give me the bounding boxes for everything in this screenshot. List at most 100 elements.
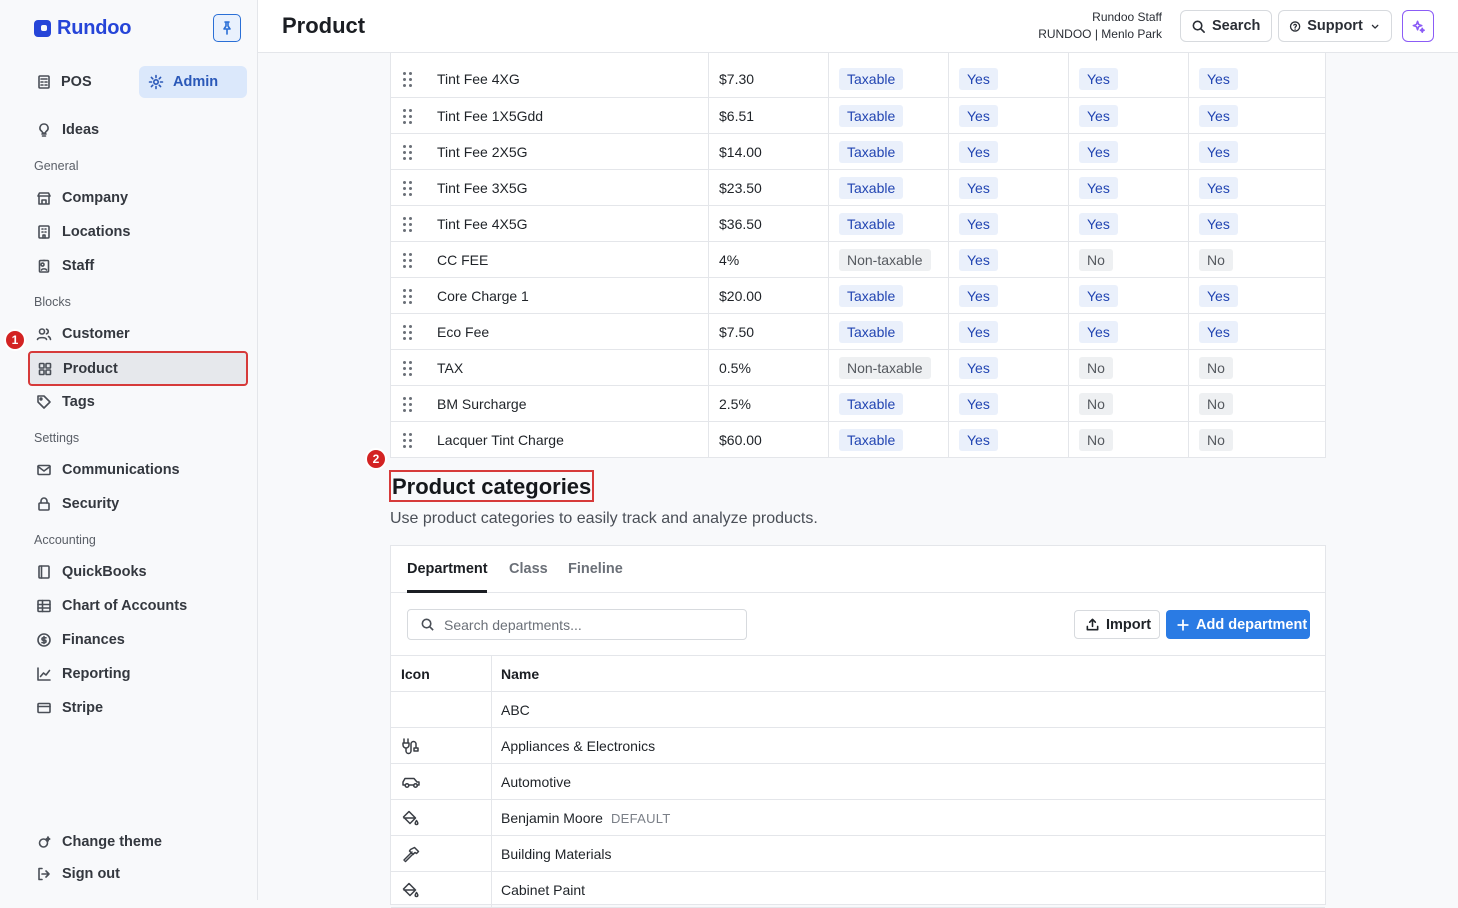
fee-row[interactable]: Tint Fee 2X5G $14.00 Taxable Yes Yes Yes xyxy=(391,133,1325,170)
sidebar-item-tags[interactable]: Tags xyxy=(28,386,248,418)
fee-price: $60.00 xyxy=(708,422,828,458)
fee-flag-1: Yes xyxy=(948,206,1068,242)
category-tabs: Department Class Fineline xyxy=(391,546,1325,593)
upload-icon xyxy=(1086,618,1099,631)
sidebar-item-staff[interactable]: Staff xyxy=(28,250,248,282)
hammer-icon xyxy=(401,846,421,863)
fee-row[interactable]: Tint Fee 4X5G $36.50 Taxable Yes Yes Yes xyxy=(391,205,1327,242)
add-department-label: Add department xyxy=(1196,616,1308,633)
register-icon xyxy=(36,74,52,90)
import-button-label: Import xyxy=(1106,616,1152,633)
status-chip: No xyxy=(1199,393,1233,415)
sidebar-item-label: Finances xyxy=(62,632,125,648)
search-button[interactable]: Search xyxy=(1180,10,1272,42)
department-row[interactable]: Cabinet Paint xyxy=(391,872,1325,908)
product-categories-heading: Product categories xyxy=(389,470,595,502)
department-row[interactable]: Appliances & Electronics xyxy=(391,728,1325,764)
sidebar-item-reporting[interactable]: Reporting xyxy=(28,658,248,690)
fee-flag-2: Yes xyxy=(1068,53,1188,97)
search-placeholder: Search departments... xyxy=(444,616,582,633)
drag-handle-icon[interactable] xyxy=(403,422,417,458)
support-menu-button[interactable]: Support xyxy=(1278,10,1392,42)
sidebar-item-product[interactable]: Product xyxy=(28,351,248,386)
fee-price: 2.5% xyxy=(708,386,828,422)
drag-handle-icon[interactable] xyxy=(403,98,417,134)
sidebar-item-chart-of-accounts[interactable]: Chart of Accounts xyxy=(28,590,248,622)
department-name: Cabinet Paint xyxy=(501,882,586,898)
fee-name: BM Surcharge xyxy=(437,396,527,412)
department-search-input[interactable]: Search departments... xyxy=(407,609,747,640)
fee-row[interactable]: CC FEE 4% Non-taxable Yes No No xyxy=(391,241,1325,278)
department-name: Automotive xyxy=(501,774,572,790)
fee-row[interactable]: Eco Fee $7.50 Taxable Yes Yes Yes xyxy=(391,313,1325,350)
drag-handle-icon[interactable] xyxy=(403,206,417,242)
tab-fineline[interactable]: Fineline xyxy=(568,561,623,577)
sidebar-item-security[interactable]: Security xyxy=(28,488,248,520)
department-row[interactable]: Automotive xyxy=(391,764,1325,800)
status-chip: Yes xyxy=(959,357,998,379)
sidebar-item-customer[interactable]: Customer xyxy=(28,318,248,350)
sidebar-item-label: QuickBooks xyxy=(62,564,147,580)
fee-tax-status: Non-taxable xyxy=(828,350,948,386)
sidebar-item-communications[interactable]: Communications xyxy=(28,454,248,486)
status-chip: Yes xyxy=(959,105,998,127)
fee-row[interactable]: Tint Fee 4XG $7.30 Taxable Yes Yes Yes xyxy=(391,53,1325,97)
change-theme-button[interactable]: Change theme xyxy=(28,826,248,858)
fee-price-value: 4% xyxy=(719,252,740,268)
status-chip: Taxable xyxy=(839,285,904,307)
sparkles-icon xyxy=(1412,20,1425,33)
fee-row[interactable]: BM Surcharge 2.5% Taxable Yes No No xyxy=(391,385,1325,422)
sidebar-item-ideas[interactable]: Ideas xyxy=(28,114,248,146)
department-row[interactable]: ABC xyxy=(391,692,1325,728)
drag-handle-icon[interactable] xyxy=(403,350,417,386)
status-chip: Yes xyxy=(959,213,998,235)
current-user[interactable]: Rundoo Staff RUNDOO | Menlo Park xyxy=(1038,9,1162,43)
status-chip: No xyxy=(1079,249,1113,271)
credit-card-icon xyxy=(36,700,52,716)
drag-handle-icon[interactable] xyxy=(403,170,417,206)
sidebar-item-quickbooks[interactable]: QuickBooks xyxy=(28,556,248,588)
fee-name: CC FEE xyxy=(437,252,489,268)
drag-handle-icon[interactable] xyxy=(403,314,417,350)
drag-handle-icon[interactable] xyxy=(403,61,417,97)
fee-price-value: $14.00 xyxy=(719,144,762,160)
drag-handle-icon[interactable] xyxy=(403,386,417,422)
drag-handle-icon[interactable] xyxy=(403,278,417,314)
sidebar-item-stripe[interactable]: Stripe xyxy=(28,692,248,724)
mode-admin[interactable]: Admin xyxy=(139,66,247,98)
fee-row[interactable]: Tint Fee 1X5Gdd $6.51 Taxable Yes Yes Yes xyxy=(391,97,1325,134)
fee-row[interactable]: Core Charge 1 $20.00 Taxable Yes Yes Yes xyxy=(391,277,1325,314)
add-department-button[interactable]: Add department xyxy=(1166,610,1310,639)
sidebar-item-finances[interactable]: Finances xyxy=(28,624,248,656)
sidebar-item-locations[interactable]: Locations xyxy=(28,216,248,248)
department-name: ABC xyxy=(501,702,530,718)
rundoo-logo[interactable]: Rundoo xyxy=(34,17,132,40)
tab-class[interactable]: Class xyxy=(509,561,548,577)
id-badge-icon xyxy=(36,258,52,274)
status-chip: Taxable xyxy=(839,429,904,451)
fee-flag-3: Yes xyxy=(1188,206,1327,242)
pin-sidebar-button[interactable] xyxy=(213,14,241,42)
fee-price-value: $7.30 xyxy=(719,71,755,87)
fee-row[interactable]: Tint Fee 3X5G $23.50 Taxable Yes Yes Yes xyxy=(391,169,1325,206)
drag-handle-icon[interactable] xyxy=(403,242,417,278)
sign-out-button[interactable]: Sign out xyxy=(28,858,248,890)
fee-flag-2: No xyxy=(1068,350,1188,386)
department-row[interactable]: Building Materials xyxy=(391,836,1325,872)
department-row[interactable]: Benjamin Moore DEFAULT xyxy=(391,800,1325,836)
departments-table-header: Icon Name xyxy=(391,656,1325,692)
fee-row[interactable]: Lacquer Tint Charge $60.00 Taxable Yes No No xyxy=(391,421,1325,458)
ai-assistant-button[interactable] xyxy=(1402,10,1434,42)
active-tab-indicator xyxy=(407,590,487,593)
fee-tax-status: Taxable xyxy=(828,53,948,97)
fee-row[interactable]: TAX 0.5% Non-taxable Yes No No xyxy=(391,349,1325,386)
mode-pos[interactable]: POS xyxy=(28,66,128,98)
drag-handle-icon[interactable] xyxy=(403,134,417,170)
sidebar-item-company[interactable]: Company xyxy=(28,182,248,214)
search-icon xyxy=(1192,20,1205,33)
status-chip: Yes xyxy=(959,141,998,163)
fee-flag-1: Yes xyxy=(948,53,1068,97)
tab-department[interactable]: Department xyxy=(407,561,488,577)
import-button[interactable]: Import xyxy=(1074,610,1160,639)
status-chip: Yes xyxy=(959,68,998,90)
